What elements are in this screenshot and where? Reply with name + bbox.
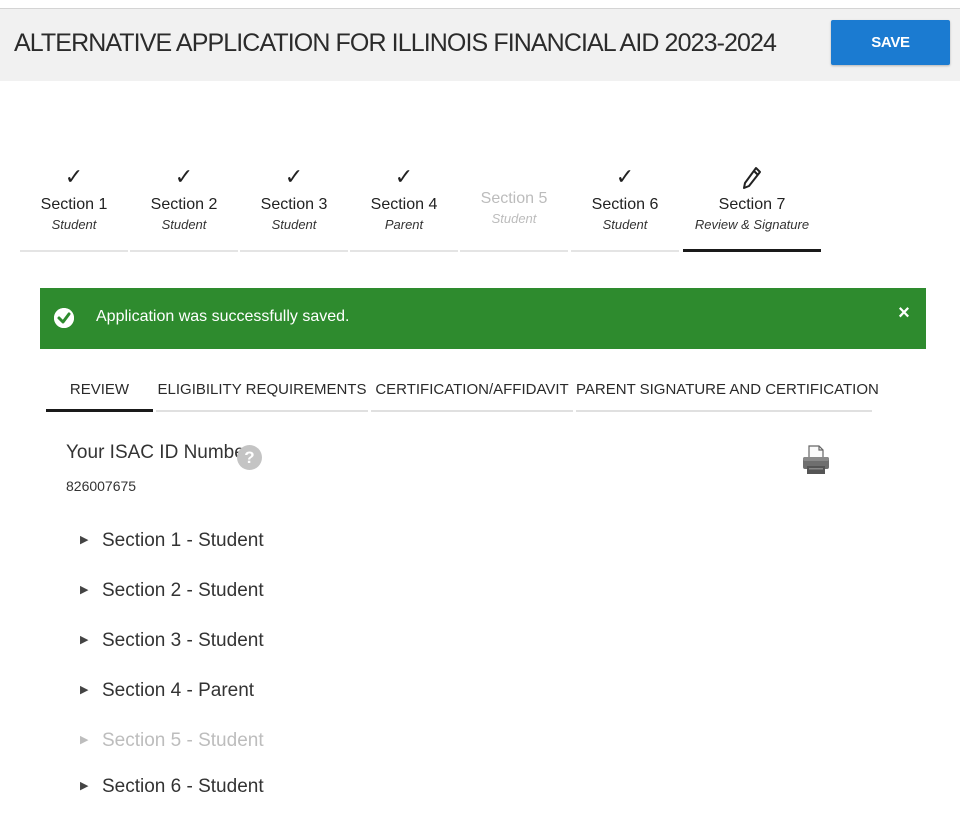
caret-right-icon: ▶ <box>80 634 89 646</box>
step-underline <box>130 250 238 252</box>
step-title: Section 3 <box>260 196 328 213</box>
caret-right-icon: ▶ <box>80 684 89 696</box>
tab-underline <box>46 409 153 412</box>
tab-label: CERTIFICATION/AFFIDAVIT <box>375 381 569 398</box>
step-section-1[interactable]: ✓ Section 1 Student <box>20 160 128 252</box>
step-underline <box>350 250 458 252</box>
step-subtitle: Review & Signature <box>694 217 810 232</box>
review-section-5: ▶ Section 5 - Student <box>80 730 264 752</box>
pencil-icon <box>683 160 821 192</box>
review-section-label: Section 5 - Student <box>102 730 264 751</box>
step-section-5: Section 5 Student <box>460 154 568 252</box>
step-section-7[interactable]: Section 7 Review & Signature <box>683 160 821 252</box>
checkmark-icon: ✓ <box>174 164 194 189</box>
caret-right-icon: ▶ <box>80 534 89 546</box>
step-subtitle: Student <box>602 217 648 232</box>
step-underline <box>460 250 568 252</box>
alert-message: Application was successfully saved. <box>96 308 350 325</box>
isac-id-label: Your ISAC ID Number <box>66 442 252 463</box>
tab-parent-signature[interactable]: PARENT SIGNATURE AND CERTIFICATION <box>576 370 879 412</box>
page-title: ALTERNATIVE APPLICATION FOR ILLINOIS FIN… <box>14 29 777 57</box>
review-section-label: Section 6 - Student <box>102 776 264 797</box>
save-button[interactable]: SAVE <box>831 20 950 65</box>
step-underline <box>683 249 821 252</box>
checkmark-icon: ✓ <box>615 164 635 189</box>
step-underline <box>240 250 348 252</box>
tab-review[interactable]: REVIEW <box>46 370 153 412</box>
caret-right-icon: ▶ <box>80 584 89 596</box>
tab-label: REVIEW <box>69 381 130 398</box>
step-underline <box>571 250 679 252</box>
review-section-label: Section 3 - Student <box>102 630 264 651</box>
step-subtitle: Parent <box>384 217 424 232</box>
step-subtitle: Student <box>51 217 97 232</box>
tab-eligibility-requirements[interactable]: ELIGIBILITY REQUIREMENTS <box>156 370 368 412</box>
step-title: Section 1 <box>40 196 108 213</box>
section-stepper: ✓ Section 1 Student ✓ Section 2 Student … <box>20 160 840 255</box>
tab-underline <box>156 410 368 412</box>
review-section-1[interactable]: ▶ Section 1 - Student <box>80 530 264 552</box>
step-subtitle: Student <box>491 211 537 226</box>
caret-right-icon: ▶ <box>80 780 89 792</box>
review-section-3[interactable]: ▶ Section 3 - Student <box>80 630 264 652</box>
step-icon-placeholder <box>460 154 568 186</box>
tab-label: ELIGIBILITY REQUIREMENTS <box>157 381 367 398</box>
success-alert: Application was successfully saved. × <box>40 288 926 349</box>
step-subtitle: Student <box>271 217 317 232</box>
caret-right-icon: ▶ <box>80 734 89 746</box>
review-section-label: Section 2 - Student <box>102 580 264 601</box>
printer-icon[interactable] <box>800 444 832 476</box>
review-section-6[interactable]: ▶ Section 6 - Student <box>80 776 264 798</box>
step-subtitle: Student <box>161 217 207 232</box>
step-section-6[interactable]: ✓ Section 6 Student <box>571 160 679 252</box>
review-section-label: Section 1 - Student <box>102 530 264 551</box>
tab-certification-affidavit[interactable]: CERTIFICATION/AFFIDAVIT <box>371 370 573 412</box>
tab-label: PARENT SIGNATURE AND CERTIFICATION <box>576 381 879 398</box>
review-tabs: REVIEW ELIGIBILITY REQUIREMENTS CERTIFIC… <box>46 370 879 415</box>
check-circle-icon <box>54 308 74 328</box>
checkmark-icon: ✓ <box>64 164 84 189</box>
review-section-4[interactable]: ▶ Section 4 - Parent <box>80 680 254 702</box>
review-section-label: Section 4 - Parent <box>102 680 255 701</box>
review-section-2[interactable]: ▶ Section 2 - Student <box>80 580 264 602</box>
step-title: Section 7 <box>718 196 786 213</box>
step-title: Section 5 <box>480 190 548 207</box>
step-title: Section 6 <box>591 196 659 213</box>
tab-underline <box>576 410 872 412</box>
close-icon[interactable]: × <box>894 302 914 325</box>
step-section-4[interactable]: ✓ Section 4 Parent <box>350 160 458 252</box>
checkmark-icon: ✓ <box>394 164 414 189</box>
step-title: Section 4 <box>370 196 438 213</box>
step-section-3[interactable]: ✓ Section 3 Student <box>240 160 348 252</box>
step-underline <box>20 250 128 252</box>
app-header: ALTERNATIVE APPLICATION FOR ILLINOIS FIN… <box>0 8 960 81</box>
tab-underline <box>371 410 573 412</box>
step-section-2[interactable]: ✓ Section 2 Student <box>130 160 238 252</box>
checkmark-icon: ✓ <box>284 164 304 189</box>
help-icon[interactable]: ? <box>237 445 262 470</box>
step-title: Section 2 <box>150 196 218 213</box>
isac-id-value: 826007675 <box>66 478 137 494</box>
